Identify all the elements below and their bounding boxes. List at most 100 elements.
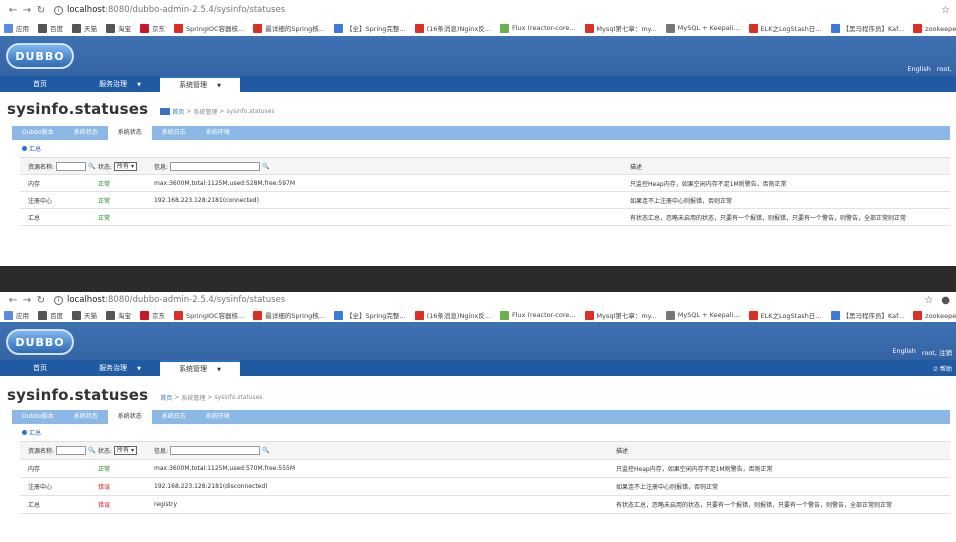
info-icon[interactable]: i xyxy=(54,5,63,15)
table-row: 注册中心 正常 192.168.223.128:2181(connected) … xyxy=(20,192,950,209)
bookmark-item[interactable]: 天猫 xyxy=(72,23,97,33)
bookmark-icon xyxy=(174,23,183,33)
tab-status-active[interactable]: 系统状态 xyxy=(107,410,152,424)
bookmark-icon xyxy=(748,23,758,33)
search-icon[interactable]: 🔍 xyxy=(262,163,269,170)
bookmark-item[interactable]: SpringIOC容器核... xyxy=(174,23,244,33)
back-icon[interactable]: ← xyxy=(6,5,20,16)
status-select[interactable]: 所有 ▾ xyxy=(114,446,137,455)
divider xyxy=(0,266,956,292)
sysinfo-tabs: Dubbo版本 系统状态 系统状态 系统日志 系统环境 xyxy=(12,410,950,424)
bookmark-item[interactable]: 淘宝 xyxy=(106,310,131,320)
reload-icon[interactable]: ↻ xyxy=(34,5,48,16)
search-icon[interactable]: 🔍 xyxy=(88,447,95,454)
breadcrumb: 首页 > 系统管理 > sysinfo.statuses xyxy=(160,393,263,402)
bookmark-item[interactable]: SpringIOC容器核... xyxy=(174,310,244,320)
bookmark-item[interactable]: Mysql第七章：my... xyxy=(584,310,657,320)
bookmark-icon xyxy=(253,23,263,33)
bookmark-item[interactable]: 百度 xyxy=(38,310,63,320)
bookmark-item[interactable]: 京东 xyxy=(140,310,165,320)
bookmark-item[interactable]: MySQL + Keepali... xyxy=(665,310,740,320)
tab-version[interactable]: Dubbo版本 xyxy=(12,410,64,424)
bookmark-icon xyxy=(414,23,424,33)
breadcrumb-system[interactable]: 系统管理 xyxy=(193,107,217,116)
summary-link[interactable]: 汇总 xyxy=(22,428,956,437)
bookmark-item[interactable]: 百度 xyxy=(38,23,63,33)
tab-logs[interactable]: 系统日志 xyxy=(152,410,196,424)
bookmark-item[interactable]: 应用 xyxy=(4,310,29,320)
star-icon[interactable]: ☆ xyxy=(924,295,933,306)
english-link[interactable]: English xyxy=(907,65,930,73)
help-link[interactable]: ⑦ 帮助 xyxy=(933,364,952,373)
reload-icon[interactable]: ↻ xyxy=(34,295,48,306)
bookmark-item[interactable]: 最详细的Spring核... xyxy=(253,310,325,320)
bookmark-item[interactable]: zookeeper集群.. xyxy=(913,23,956,33)
menu-home[interactable]: 首页 xyxy=(0,76,80,92)
star-icon[interactable]: ☆ xyxy=(941,5,950,16)
forward-icon[interactable]: → xyxy=(20,5,34,16)
menu-governance[interactable]: 服务治理 ▼ xyxy=(80,360,160,376)
user-link[interactable]: root, 注销 xyxy=(922,347,952,357)
breadcrumb-home[interactable]: 首页 xyxy=(172,107,184,116)
menu-system[interactable]: 系统管理 ▼ xyxy=(160,360,240,376)
url-field[interactable]: i localhost:8080/dubbo-admin-2.5.4/sysin… xyxy=(54,295,285,305)
bookmark-item[interactable]: (16条消息)Nginx反... xyxy=(414,23,491,33)
forward-icon[interactable]: → xyxy=(20,295,34,306)
bookmark-item[interactable]: (16条消息)Nginx反... xyxy=(414,310,491,320)
bookmark-item[interactable]: 淘宝 xyxy=(106,23,131,33)
bookmark-item[interactable]: Flux (reactor-core... xyxy=(499,310,576,320)
tab-version[interactable]: Dubbo版本 xyxy=(12,126,64,140)
home-icon[interactable] xyxy=(160,108,171,115)
tab-logs[interactable]: 系统日志 xyxy=(152,126,196,140)
search-icon[interactable]: 🔍 xyxy=(262,447,269,454)
menu-home[interactable]: 首页 xyxy=(0,360,80,376)
info-icon[interactable]: i xyxy=(54,295,63,305)
bookmark-icon xyxy=(106,23,115,33)
bookmark-item[interactable]: 【黑马程序员】Kaf... xyxy=(830,23,904,33)
bookmark-item[interactable]: MySQL + Keepali... xyxy=(665,23,740,33)
status-select[interactable]: 所有 ▾ xyxy=(114,161,137,171)
tab-env[interactable]: 系统环境 xyxy=(196,126,240,140)
bookmark-item[interactable]: zookeeper集群.. xyxy=(913,310,956,320)
bookmark-item[interactable]: 【全】Spring完整... xyxy=(333,310,406,320)
url-field[interactable]: i localhost:8080/dubbo-admin-2.5.4/sysin… xyxy=(54,5,285,15)
bookmark-item[interactable]: ELK之LogStash日... xyxy=(748,23,822,33)
bookmark-item[interactable]: 【黑马程序员】Kaf... xyxy=(830,310,904,320)
tab-env[interactable]: 系统环境 xyxy=(196,410,240,424)
bookmark-item[interactable]: 京东 xyxy=(140,23,165,33)
bookmarks-bar: 应用 百度 天猫 淘宝 京东 SpringIOC容器核... 最详细的Spring核... 【… xyxy=(0,20,956,36)
page-title: sysinfo.statuses xyxy=(7,100,149,118)
bookmark-icon xyxy=(748,310,758,320)
summary-link[interactable]: 汇总 xyxy=(22,144,956,153)
bookmark-item[interactable]: 最详细的Spring核... xyxy=(253,23,325,33)
menu-system[interactable]: 系统管理 ▼ xyxy=(160,76,240,92)
bookmark-item[interactable]: 【全】Spring完整... xyxy=(333,23,406,33)
back-icon[interactable]: ← xyxy=(6,295,20,306)
menu-governance[interactable]: 服务治理 ▼ xyxy=(80,76,160,92)
bookmark-icon xyxy=(584,23,594,33)
tab-status-active[interactable]: 系统状态 xyxy=(107,126,152,140)
bookmark-item[interactable]: 天猫 xyxy=(72,310,97,320)
tab-status[interactable]: 系统状态 xyxy=(64,410,108,424)
resource-filter-input[interactable] xyxy=(56,161,87,171)
english-link[interactable]: English xyxy=(892,347,915,357)
bookmark-icon xyxy=(72,23,81,33)
info-filter-input[interactable] xyxy=(170,446,261,455)
search-icon[interactable]: 🔍 xyxy=(88,163,95,170)
bookmark-icon xyxy=(38,23,47,33)
table-header: 资源名称: 🔍 状态: 所有 ▾ 信息: 🔍 描述 xyxy=(20,442,950,460)
info-filter-input[interactable] xyxy=(170,161,261,171)
bookmark-item[interactable]: Flux (reactor-core... xyxy=(499,23,576,33)
user-link[interactable]: root, xyxy=(937,65,952,73)
breadcrumb-current: sysinfo.statuses xyxy=(214,394,263,401)
breadcrumb-system[interactable]: 系统管理 xyxy=(181,393,205,402)
chevron-down-icon: ▼ xyxy=(217,83,221,89)
bookmark-icon xyxy=(140,23,149,33)
tab-status[interactable]: 系统状态 xyxy=(64,126,108,140)
resource-filter-input[interactable] xyxy=(56,446,87,455)
bookmark-item[interactable]: ELK之LogStash日... xyxy=(748,310,822,320)
bookmark-item[interactable]: 应用 xyxy=(4,23,29,33)
bookmark-item[interactable]: Mysql第七章：my... xyxy=(584,23,657,33)
profile-icon[interactable]: ● xyxy=(941,295,950,306)
breadcrumb-home[interactable]: 首页 xyxy=(160,393,172,402)
